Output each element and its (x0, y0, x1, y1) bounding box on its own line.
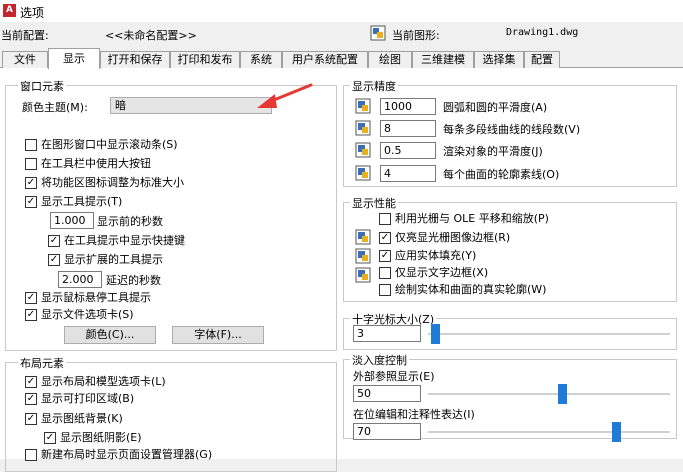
tab-content-display: 窗口元素 颜色主题(M): 暗 ⌄ 在图形窗口中显示滚动条(S) 在工具栏中使用… (0, 68, 683, 472)
red-arrow-icon (257, 83, 313, 108)
window-title: 选项 (20, 6, 45, 20)
inplace-fade-slider-track[interactable] (428, 431, 670, 433)
polyline-segments-input[interactable]: 8 (380, 120, 436, 137)
inplace-fade-label: 在位编辑和注释性表达(I) (353, 408, 475, 421)
checkbox-box[interactable]: ✓ (25, 309, 37, 321)
checkbox-label: 应用实体填充(Y) (395, 249, 477, 262)
performance-icon (355, 267, 371, 283)
checkbox-label: 显示工具提示(T) (41, 195, 123, 208)
current-config-label: 当前配置: (1, 29, 49, 42)
checkbox-box[interactable] (379, 213, 391, 225)
checkbox-label: 在工具栏中使用大按钮 (41, 157, 151, 170)
performance-icon (355, 248, 371, 264)
checkbox-box[interactable]: ✓ (25, 196, 37, 208)
tooltip-delay-label: 显示前的秒数 (97, 215, 163, 228)
checkbox-box[interactable]: ✓ (25, 292, 37, 304)
crosshair-size-input[interactable]: 3 (353, 325, 421, 342)
checkbox-label: 显示扩展的工具提示 (64, 253, 163, 266)
arc-smoothness-input[interactable]: 1000 (380, 98, 436, 115)
display-performance-title: 显示性能 (350, 195, 398, 211)
current-drawing-value: Drawing1.dwg (506, 27, 579, 38)
current-drawing-label: 当前图形: (392, 29, 440, 42)
fade-control-title: 淡入度控制 (350, 352, 409, 368)
resolution-icon (355, 142, 371, 158)
crosshair-slider-track[interactable] (428, 333, 670, 335)
resolution-icon (355, 120, 371, 136)
tab-drafting[interactable]: 绘图 (368, 51, 412, 68)
checkbox-box[interactable] (379, 284, 391, 296)
checkbox-box[interactable]: ✓ (379, 250, 391, 262)
window-elements-title: 窗口元素 (18, 78, 66, 94)
polyline-segments-label: 每条多段线曲线的线段数(V) (443, 123, 581, 136)
checkbox-box[interactable] (25, 158, 37, 170)
extended-delay-input[interactable]: 2.000 (58, 271, 102, 288)
color-theme-value: 暗 (115, 99, 126, 112)
checkbox-box[interactable]: ✓ (25, 177, 37, 189)
checkbox-label: 仅显示文字边框(X) (395, 266, 489, 279)
checkbox-label: 显示布局和模型选项卡(L) (41, 375, 166, 388)
tab-profiles[interactable]: 配置 (524, 51, 560, 68)
checkbox-box[interactable] (379, 267, 391, 279)
render-smoothness-label: 渲染对象的平滑度(J) (443, 145, 543, 158)
display-resolution-title: 显示精度 (350, 78, 398, 94)
layout-elements-title: 布局元素 (18, 355, 66, 371)
checkbox-label: 仅亮显光栅图像边框(R) (395, 231, 511, 244)
checkbox-box[interactable]: ✓ (48, 235, 60, 247)
inplace-fade-slider-thumb[interactable] (612, 422, 622, 442)
contour-lines-label: 每个曲面的轮廓素线(O) (443, 168, 560, 181)
checkbox-label: 新建布局时显示页面设置管理器(G) (41, 448, 213, 461)
checkbox-box[interactable]: ✓ (48, 254, 60, 266)
checkbox-label: 显示鼠标悬停工具提示 (41, 291, 151, 304)
color-theme-select[interactable]: 暗 ⌄ (110, 97, 272, 114)
xref-fade-slider-thumb[interactable] (558, 384, 568, 404)
checkbox-label: 在工具提示中显示快捷键 (64, 234, 185, 247)
checkbox-box[interactable]: ✓ (379, 232, 391, 244)
tab-strip: 文件 显示 打开和保存 打印和发布 系统 用户系统配置 绘图 三维建模 选择集 … (0, 48, 683, 69)
checkbox-box[interactable]: ✓ (25, 376, 37, 388)
checkbox-box[interactable] (25, 139, 37, 151)
checkbox-label: 显示文件选项卡(S) (41, 308, 134, 321)
tooltip-delay-input[interactable]: 1.000 (50, 212, 94, 229)
colors-button[interactable]: 颜色(C)... (64, 326, 156, 344)
checkbox-box[interactable]: ✓ (25, 413, 37, 425)
tab-plot-publish[interactable]: 打印和发布 (170, 51, 240, 68)
checkbox-label: 利用光栅与 OLE 平移和缩放(P) (395, 212, 549, 225)
checkbox-label: 显示图纸背景(K) (41, 412, 123, 425)
tab-open-save[interactable]: 打开和保存 (100, 51, 170, 68)
tab-files[interactable]: 文件 (2, 51, 48, 68)
crosshair-slider-thumb[interactable] (431, 324, 441, 344)
inplace-fade-input[interactable]: 70 (353, 423, 421, 440)
color-theme-label: 颜色主题(M): (22, 101, 88, 114)
fonts-button[interactable]: 字体(F)... (172, 326, 264, 344)
tab-user-preferences[interactable]: 用户系统配置 (282, 51, 368, 68)
checkbox-box[interactable]: ✓ (25, 393, 37, 405)
resolution-icon (355, 165, 371, 181)
checkbox-label: 显示可打印区域(B) (41, 392, 135, 405)
tab-system[interactable]: 系统 (240, 51, 282, 68)
title-bar: A 选项 (0, 0, 683, 22)
drawing-file-icon (370, 25, 386, 41)
config-row: 当前配置: <<未命名配置>> 当前图形: Drawing1.dwg (0, 24, 683, 44)
performance-icon (355, 229, 371, 245)
contour-lines-input[interactable]: 4 (380, 165, 436, 182)
checkbox-label: 将功能区图标调整为标准大小 (41, 176, 184, 189)
render-smoothness-input[interactable]: 0.5 (380, 142, 436, 159)
xref-fade-label: 外部参照显示(E) (353, 370, 435, 383)
checkbox-box[interactable] (25, 449, 37, 461)
autocad-logo-icon: A (3, 4, 16, 17)
tab-selection[interactable]: 选择集 (474, 51, 524, 68)
xref-fade-input[interactable]: 50 (353, 385, 421, 402)
current-config-value: <<未命名配置>> (105, 29, 197, 42)
arc-smoothness-label: 圆弧和圆的平滑度(A) (443, 101, 548, 114)
checkbox-label: 在图形窗口中显示滚动条(S) (41, 138, 178, 151)
checkbox-label: 绘制实体和曲面的真实轮廓(W) (395, 283, 547, 296)
extended-delay-label: 延迟的秒数 (106, 274, 161, 287)
xref-fade-slider-track[interactable] (428, 393, 670, 395)
tab-3d-modeling[interactable]: 三维建模 (412, 51, 474, 68)
checkbox-label: 显示图纸阴影(E) (60, 431, 142, 444)
checkbox-box[interactable]: ✓ (44, 432, 56, 444)
tab-display[interactable]: 显示 (48, 48, 100, 69)
resolution-icon (355, 98, 371, 114)
